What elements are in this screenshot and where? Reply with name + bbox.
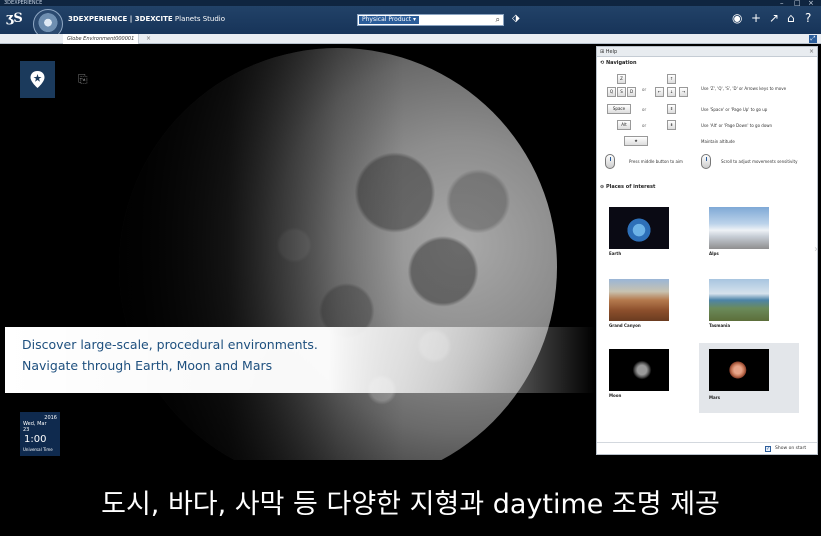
places-heading: ⊙ Places of interest bbox=[600, 184, 656, 190]
places-heading-text: Places of interest bbox=[605, 184, 656, 190]
poi-compass-button[interactable] bbox=[20, 61, 55, 98]
video-subtitle: 도시, 바다, 사막 등 다양한 지형과 daytime 조명 제공 bbox=[101, 489, 720, 520]
place-grand-canyon[interactable]: Grand Canyon bbox=[604, 275, 694, 335]
search-input[interactable]: Physical Product ▾ ⌕ bbox=[357, 14, 504, 26]
place-moon[interactable]: Moon bbox=[604, 345, 694, 405]
earth-thumbnail bbox=[609, 207, 669, 249]
close-window-icon[interactable]: × bbox=[808, 0, 814, 7]
video-subtitle-bar: 도시, 바다, 사막 등 다양한 지형과 daytime 조명 제공 bbox=[0, 462, 821, 536]
help-title: ⊞ Help bbox=[600, 49, 618, 55]
place-mars[interactable]: Mars bbox=[699, 343, 799, 413]
place-label: Mars bbox=[709, 395, 721, 400]
key-right: → bbox=[679, 87, 688, 97]
home-icon[interactable]: ⌂ bbox=[787, 12, 795, 24]
time-widget[interactable]: 2016 Wed, Mar 23 1:00 Universal Time bbox=[20, 412, 60, 456]
key-z: Z bbox=[617, 74, 626, 84]
help-header: ⊞ Help × bbox=[597, 47, 817, 57]
key-s: S bbox=[617, 87, 626, 97]
place-alps[interactable]: Alps bbox=[704, 203, 794, 263]
place-label: Grand Canyon bbox=[609, 323, 641, 328]
or-label: or bbox=[642, 123, 647, 128]
or-label: or bbox=[642, 107, 647, 112]
share-icon[interactable]: ↗ bbox=[769, 12, 779, 24]
mars-thumbnail bbox=[709, 349, 769, 391]
moon-thumbnail bbox=[609, 349, 669, 391]
tab-close-icon[interactable]: × bbox=[146, 34, 151, 44]
place-tasmania[interactable]: Tasmania bbox=[704, 275, 794, 335]
banner-line-1: Discover large-scale, procedural environ… bbox=[22, 337, 318, 352]
moon-shadow bbox=[119, 48, 557, 460]
place-earth[interactable]: Earth bbox=[604, 203, 694, 263]
app-name-label: Planets Studio bbox=[174, 15, 226, 23]
key-pagedown: ⇟ bbox=[667, 120, 676, 130]
search-scope-dropdown[interactable]: Physical Product ▾ bbox=[359, 16, 420, 24]
instr-scroll: Scroll to adjust movements sensitivity bbox=[721, 159, 798, 164]
help-icon[interactable]: ? bbox=[805, 12, 811, 24]
place-label: Alps bbox=[709, 251, 719, 256]
or-label: or bbox=[642, 87, 647, 92]
key-up: ↑ bbox=[667, 74, 676, 84]
instr-down: Use 'Alt' or 'Page Down' to go down bbox=[701, 123, 773, 128]
help-close-icon[interactable]: × bbox=[809, 47, 814, 57]
alps-thumbnail bbox=[709, 207, 769, 249]
navigation-heading: ⟲ Navigation bbox=[600, 60, 637, 66]
app-window: 3DEXPERIENCE – □ × ʒS 3DEXPERIENCE | 3DE… bbox=[0, 0, 821, 536]
show-on-start-label: Show on start bbox=[775, 446, 807, 451]
key-q: Q bbox=[607, 87, 616, 97]
help-footer: ✓ Show on start bbox=[597, 442, 817, 454]
key-left: ← bbox=[655, 87, 664, 97]
intro-banner: Discover large-scale, procedural environ… bbox=[5, 327, 595, 393]
banner-line-2: Navigate through Earth, Moon and Mars bbox=[22, 358, 273, 373]
tab-globe-environment[interactable]: Globe Environment000001 bbox=[63, 34, 140, 44]
place-label: Moon bbox=[609, 393, 622, 398]
window-title-strip: 3DEXPERIENCE – □ × bbox=[0, 0, 821, 7]
key-star: ★ bbox=[624, 136, 648, 146]
app-title: 3DEXPERIENCE | 3DEXCITE Planets Studio bbox=[68, 15, 225, 23]
user-icon[interactable]: ◉ bbox=[732, 12, 742, 24]
key-down: ↓ bbox=[667, 87, 676, 97]
document-icon[interactable]: ⎘ bbox=[78, 72, 88, 87]
search-icon[interactable]: ⌕ bbox=[496, 15, 500, 25]
add-icon[interactable]: + bbox=[751, 12, 761, 24]
help-panel: ⊞ Help × ⟲ Navigation Z Q S D or ↑ ← ↓ →… bbox=[596, 46, 818, 455]
clock-timezone: Universal Time bbox=[23, 447, 53, 452]
tag-icon[interactable]: ⬗ bbox=[512, 13, 520, 24]
place-label: Earth bbox=[609, 251, 622, 256]
top-bar: 3DEXPERIENCE – □ × ʒS 3DEXPERIENCE | 3DE… bbox=[0, 0, 821, 39]
clock-date: Wed, Mar 23 bbox=[23, 421, 47, 433]
clock-time: 1:00 bbox=[24, 434, 47, 445]
instr-up: Use 'Space' or 'Page Up' to go up bbox=[701, 107, 768, 112]
expand-icon[interactable]: ⤢ bbox=[809, 35, 817, 43]
brand-label: 3DEXPERIENCE | 3DEXCITE bbox=[68, 15, 173, 23]
tab-row: Globe Environment000001 × ⤢ bbox=[0, 34, 821, 44]
window-title: 3DEXPERIENCE bbox=[4, 0, 43, 6]
navigation-heading-text: Navigation bbox=[605, 60, 637, 66]
maximize-icon[interactable]: □ bbox=[794, 0, 801, 7]
chevron-right-icon[interactable]: › bbox=[814, 244, 818, 255]
mouse-middle-icon bbox=[605, 154, 615, 169]
instr-altitude: Maintain altitude bbox=[701, 139, 735, 144]
show-on-start-checkbox[interactable]: ✓ bbox=[765, 446, 771, 452]
instr-aim: Press middle button to aim bbox=[629, 159, 683, 164]
help-title-text: Help bbox=[605, 49, 618, 55]
grand-canyon-thumbnail bbox=[609, 279, 669, 321]
instr-move: Use 'Z', 'Q', 'S', 'D' or Arrows keys to… bbox=[701, 86, 787, 91]
ds-logo-icon[interactable]: ʒS bbox=[6, 11, 23, 26]
key-alt: Alt bbox=[617, 120, 631, 130]
mouse-scroll-icon bbox=[701, 154, 711, 169]
minimize-icon[interactable]: – bbox=[780, 0, 784, 7]
place-label: Tasmania bbox=[709, 323, 731, 328]
key-pageup: ⇞ bbox=[667, 104, 676, 114]
key-d: D bbox=[627, 87, 636, 97]
key-space: Space bbox=[607, 104, 631, 114]
3d-viewer[interactable]: ⎘ Discover large-scale, procedural envir… bbox=[5, 46, 595, 460]
tasmania-thumbnail bbox=[709, 279, 769, 321]
location-pin-icon bbox=[30, 71, 45, 88]
